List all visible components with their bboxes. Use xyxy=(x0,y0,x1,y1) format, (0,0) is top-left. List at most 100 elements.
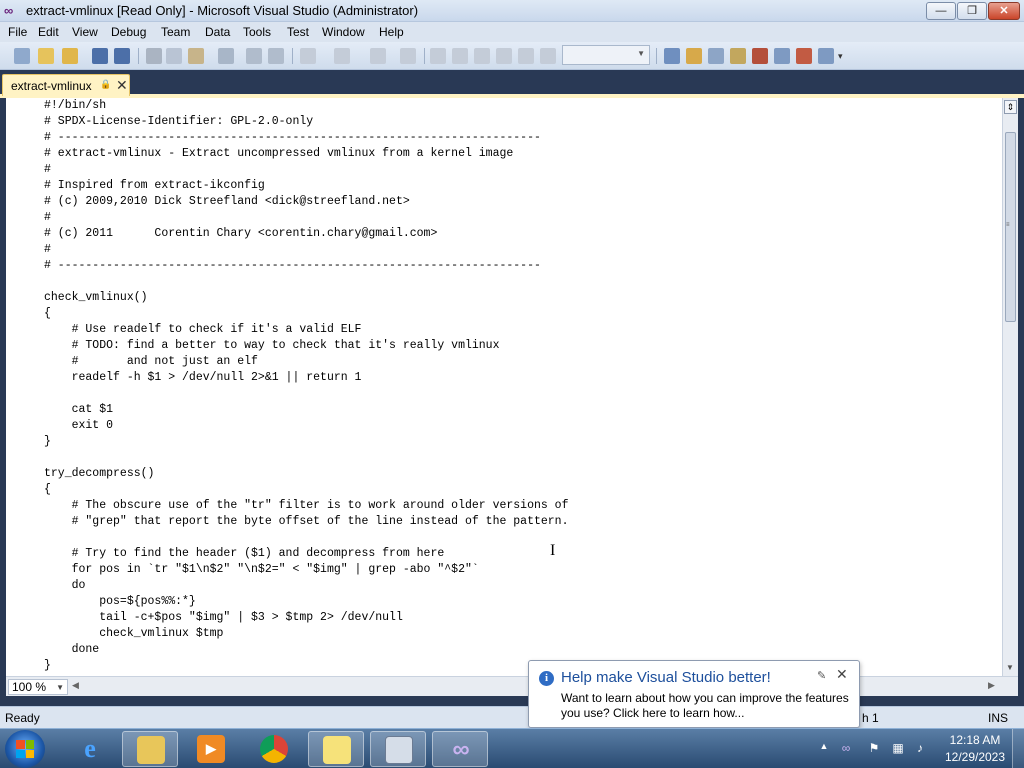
standard-toolbar: ▾ xyxy=(0,42,1024,70)
new-project-icon[interactable] xyxy=(14,48,30,64)
show-hidden-icons-icon[interactable]: ▲ xyxy=(816,741,832,757)
menu-tools[interactable]: Tools xyxy=(243,25,271,39)
extension-manager-icon[interactable] xyxy=(796,48,812,64)
command-window-icon[interactable] xyxy=(818,48,834,64)
status-position: h 1 xyxy=(862,711,879,725)
taskbar-sticky-notes[interactable] xyxy=(308,731,364,767)
tab-extract-vmlinux[interactable]: extract-vmlinux 🔒 ✕ xyxy=(2,74,130,96)
toolbar-overflow-icon[interactable]: ▾ xyxy=(838,48,846,64)
code-line: # (c) 2011 Corentin Chary <corentin.char… xyxy=(44,227,438,240)
status-bar: Ready h 1 INS xyxy=(0,706,1024,728)
menu-team[interactable]: Team xyxy=(161,25,190,39)
taskbar-on-screen-keyboard[interactable] xyxy=(370,731,426,767)
toolbar-separator xyxy=(292,48,293,64)
object-browser-icon[interactable] xyxy=(730,48,746,64)
feedback-notification[interactable]: i Help make Visual Studio better! Want t… xyxy=(528,660,860,728)
add-item-icon[interactable] xyxy=(38,48,54,64)
code-line: # extract-vmlinux - Extract uncompressed… xyxy=(44,147,514,160)
pin-icon[interactable]: ✎ xyxy=(817,669,826,682)
close-tab-button[interactable]: ✕ xyxy=(116,77,128,94)
taskbar-internet-explorer[interactable]: e xyxy=(62,731,118,767)
close-window-button[interactable]: ✕ xyxy=(988,2,1020,20)
menu-help[interactable]: Help xyxy=(379,25,404,39)
step-into-icon[interactable] xyxy=(496,48,512,64)
network-icon[interactable]: ▦ xyxy=(890,741,906,757)
code-text: #!/bin/sh # SPDX-License-Identifier: GPL-… xyxy=(44,98,569,674)
taskbar-media-player[interactable]: ▶ xyxy=(183,731,239,767)
menu-test[interactable]: Test xyxy=(287,25,309,39)
stop-icon[interactable] xyxy=(474,48,490,64)
code-line: check_vmlinux() xyxy=(44,291,148,304)
scroll-down-icon[interactable]: ▼ xyxy=(1006,663,1014,672)
windows-start-icon[interactable] xyxy=(5,730,45,768)
keyboard-icon xyxy=(385,736,413,764)
find-in-files-icon[interactable] xyxy=(664,48,680,64)
notification-body[interactable]: Want to learn about how you can improve … xyxy=(561,691,853,721)
uncomment-icon[interactable] xyxy=(268,48,284,64)
solution-explorer-icon[interactable] xyxy=(686,48,702,64)
clock-date[interactable]: 12/29/2023 xyxy=(940,750,1010,764)
undo-icon[interactable] xyxy=(300,48,316,64)
save-all-icon[interactable] xyxy=(114,48,130,64)
start-page-icon[interactable] xyxy=(774,48,790,64)
vertical-scrollbar[interactable]: ⇕ ≡ ▼ xyxy=(1002,98,1018,676)
menu-file[interactable]: File xyxy=(8,25,27,39)
volume-icon[interactable]: ♪ xyxy=(912,741,928,757)
open-file-icon[interactable] xyxy=(62,48,78,64)
copy-icon[interactable] xyxy=(166,48,182,64)
show-desktop-button[interactable] xyxy=(1012,729,1024,768)
pause-icon[interactable] xyxy=(452,48,468,64)
ie-icon: e xyxy=(84,734,96,763)
code-line: # --------------------------------------… xyxy=(44,131,541,144)
menu-view[interactable]: View xyxy=(72,25,98,39)
taskbar-explorer[interactable] xyxy=(122,731,178,767)
menu-window[interactable]: Window xyxy=(322,25,365,39)
solution-configuration-dropdown[interactable]: ▼ xyxy=(562,45,650,65)
cut-icon[interactable] xyxy=(146,48,162,64)
horizontal-scrollbar[interactable]: 100 % ▼ ◀ ▶ xyxy=(6,676,1018,696)
code-line: } xyxy=(44,659,51,672)
taskbar-chrome[interactable] xyxy=(246,731,302,767)
vs-tray-icon[interactable]: ∞ xyxy=(838,741,854,757)
toolbox-icon[interactable] xyxy=(752,48,768,64)
taskbar-visual-studio[interactable]: ∞ xyxy=(432,731,488,767)
paste-icon[interactable] xyxy=(188,48,204,64)
toolbar-separator xyxy=(138,48,139,64)
step-out-icon[interactable] xyxy=(540,48,556,64)
menu-bar: File Edit View Debug Team Data Tools Tes… xyxy=(0,22,1024,42)
code-line: check_vmlinux $tmp xyxy=(44,627,224,640)
menu-edit[interactable]: Edit xyxy=(38,25,59,39)
restore-button[interactable]: ❐ xyxy=(957,2,987,20)
split-handle-icon[interactable]: ⇕ xyxy=(1004,100,1017,114)
code-line: # SPDX-License-Identifier: GPL-2.0-only xyxy=(44,115,314,128)
zoom-dropdown[interactable]: 100 % ▼ xyxy=(8,679,68,695)
navigate-backward-icon[interactable] xyxy=(370,48,386,64)
code-line: # xyxy=(44,163,51,176)
properties-icon[interactable] xyxy=(708,48,724,64)
code-line: { xyxy=(44,307,51,320)
code-editor[interactable]: #!/bin/sh # SPDX-License-Identifier: GPL-… xyxy=(6,98,1002,676)
navigate-forward-icon[interactable] xyxy=(400,48,416,64)
zoom-level: 100 % xyxy=(12,680,47,694)
find-icon[interactable] xyxy=(218,48,234,64)
clock-time[interactable]: 12:18 AM xyxy=(944,733,1006,747)
visual-studio-icon: ∞ xyxy=(452,736,470,763)
minimize-button[interactable]: — xyxy=(926,2,956,20)
menu-data[interactable]: Data xyxy=(205,25,230,39)
scroll-right-icon[interactable]: ▶ xyxy=(988,680,995,691)
info-icon: i xyxy=(539,671,554,686)
menu-debug[interactable]: Debug xyxy=(111,25,146,39)
scroll-left-icon[interactable]: ◀ xyxy=(72,680,79,691)
lock-icon: 🔒 xyxy=(100,79,112,89)
save-icon[interactable] xyxy=(92,48,108,64)
step-over-icon[interactable] xyxy=(518,48,534,64)
notification-title[interactable]: Help make Visual Studio better! xyxy=(561,669,771,686)
tab-label: extract-vmlinux xyxy=(11,79,92,93)
comment-icon[interactable] xyxy=(246,48,262,64)
close-notification-button[interactable]: ✕ xyxy=(836,666,848,683)
redo-icon[interactable] xyxy=(334,48,350,64)
action-center-icon[interactable]: ⚑ xyxy=(866,741,882,757)
start-debugging-icon[interactable] xyxy=(430,48,446,64)
